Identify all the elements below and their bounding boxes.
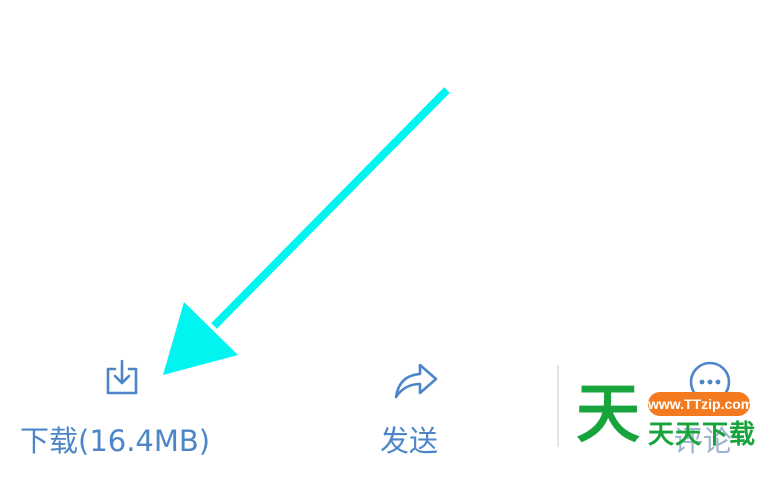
watermark-name: 天天下载 xyxy=(648,420,757,450)
send-label: 发送 xyxy=(380,424,439,458)
toolbar-divider xyxy=(557,365,559,447)
watermark-site-badge: www.TTzip.com xyxy=(648,392,753,416)
download-label: 下载(16.4MB) xyxy=(20,424,211,458)
watermark-logo-char: 天 xyxy=(576,378,640,452)
share-icon xyxy=(392,357,440,405)
page: 下载(16.4MB) 发送 评论 天 www.TTzip.com 天天下载 xyxy=(0,0,773,479)
download-icon xyxy=(100,355,144,403)
watermark-logo: 天 www.TTzip.com 天天下载 xyxy=(576,378,771,454)
